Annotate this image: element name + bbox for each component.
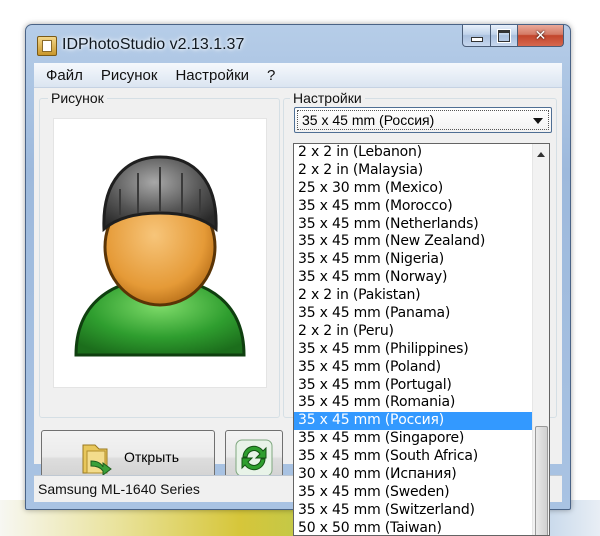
dropdown-option[interactable]: 35 x 45 mm (Romania) — [294, 394, 532, 412]
minimize-icon — [470, 37, 483, 42]
dropdown-scrollbar[interactable] — [532, 144, 549, 535]
dropdown-option[interactable]: 35 x 45 mm (Nigeria) — [294, 251, 532, 269]
maximize-button[interactable] — [491, 25, 518, 47]
dropdown-option[interactable]: 35 x 45 mm (Portugal) — [294, 377, 532, 395]
dropdown-option[interactable]: 2 x 2 in (Pakistan) — [294, 287, 532, 305]
dropdown-option[interactable]: 35 x 45 mm (Sweden) — [294, 484, 532, 502]
dropdown-option[interactable]: 2 x 2 in (Malaysia) — [294, 162, 532, 180]
close-icon: ✕ — [534, 27, 547, 44]
dropdown-option[interactable]: 35 x 45 mm (Norway) — [294, 269, 532, 287]
dropdown-options: 2 x 2 in (Lebanon) 2 x 2 in (Malaysia) 25 … — [294, 144, 532, 535]
open-button-label: Открыть — [124, 449, 179, 465]
chevron-down-icon[interactable] — [533, 118, 543, 124]
app-icon[interactable] — [37, 36, 57, 56]
minimize-button[interactable] — [462, 25, 491, 47]
dropdown-option[interactable]: 35 x 45 mm (Poland) — [294, 359, 532, 377]
scroll-up-icon[interactable] — [537, 152, 545, 157]
dropdown-option[interactable]: 35 x 45 mm (Singapore) — [294, 430, 532, 448]
dropdown-option[interactable]: 2 x 2 in (Lebanon) — [294, 144, 532, 162]
title-bar[interactable]: IDPhotoStudio v2.13.1.37 ✕ — [26, 25, 570, 63]
photo-preview[interactable] — [53, 118, 267, 388]
dropdown-option[interactable]: 35 x 45 mm (Philippines) — [294, 341, 532, 359]
menu-file[interactable]: Файл — [34, 67, 92, 84]
settings-group-label: Настройки — [290, 90, 365, 106]
dropdown-option[interactable]: 25 x 30 mm (Mexico) — [294, 180, 532, 198]
combobox-value: 35 x 45 mm (Россия) — [302, 112, 435, 128]
dropdown-option[interactable]: 35 x 45 mm (South Africa) — [294, 448, 532, 466]
maximize-icon — [497, 28, 511, 43]
dropdown-option[interactable]: 35 x 45 mm (Panama) — [294, 305, 532, 323]
dropdown-option[interactable]: 35 x 45 mm (Morocco) — [294, 198, 532, 216]
dropdown-option[interactable]: 50 x 50 mm (Taiwan) — [294, 520, 532, 535]
dropdown-option[interactable]: 35 x 45 mm (New Zealand) — [294, 233, 532, 251]
close-button[interactable]: ✕ — [518, 25, 564, 47]
dropdown-option[interactable]: 35 x 45 mm (Netherlands) — [294, 216, 532, 234]
dropdown-option[interactable]: 2 x 2 in (Peru) — [294, 323, 532, 341]
scroll-thumb[interactable] — [535, 426, 548, 535]
folder-arrow-icon — [82, 444, 112, 476]
picture-group-label: Рисунок — [48, 90, 107, 106]
menu-help[interactable]: ? — [258, 67, 284, 84]
picture-group: Рисунок — [39, 90, 280, 418]
person-avatar-icon — [74, 155, 246, 357]
printer-status: Samsung ML-1640 Series — [38, 481, 200, 497]
menu-bar: Файл Рисунок Настройки ? — [34, 63, 562, 88]
dropdown-option-selected[interactable]: 35 x 45 mm (Россия) — [294, 412, 532, 431]
caption-buttons: ✕ — [462, 25, 564, 47]
dropdown-option[interactable]: 35 x 45 mm (Switzerland) — [294, 502, 532, 520]
menu-picture[interactable]: Рисунок — [92, 67, 167, 84]
photo-size-combobox[interactable]: 35 x 45 mm (Россия) — [294, 107, 552, 133]
window-title: IDPhotoStudio v2.13.1.37 — [62, 36, 245, 53]
dropdown-option[interactable]: 30 x 40 mm (Испания) — [294, 466, 532, 484]
menu-settings[interactable]: Настройки — [166, 67, 258, 84]
photo-size-dropdown-list[interactable]: 2 x 2 in (Lebanon) 2 x 2 in (Malaysia) 25 … — [293, 143, 550, 536]
green-refresh-icon — [235, 439, 273, 477]
